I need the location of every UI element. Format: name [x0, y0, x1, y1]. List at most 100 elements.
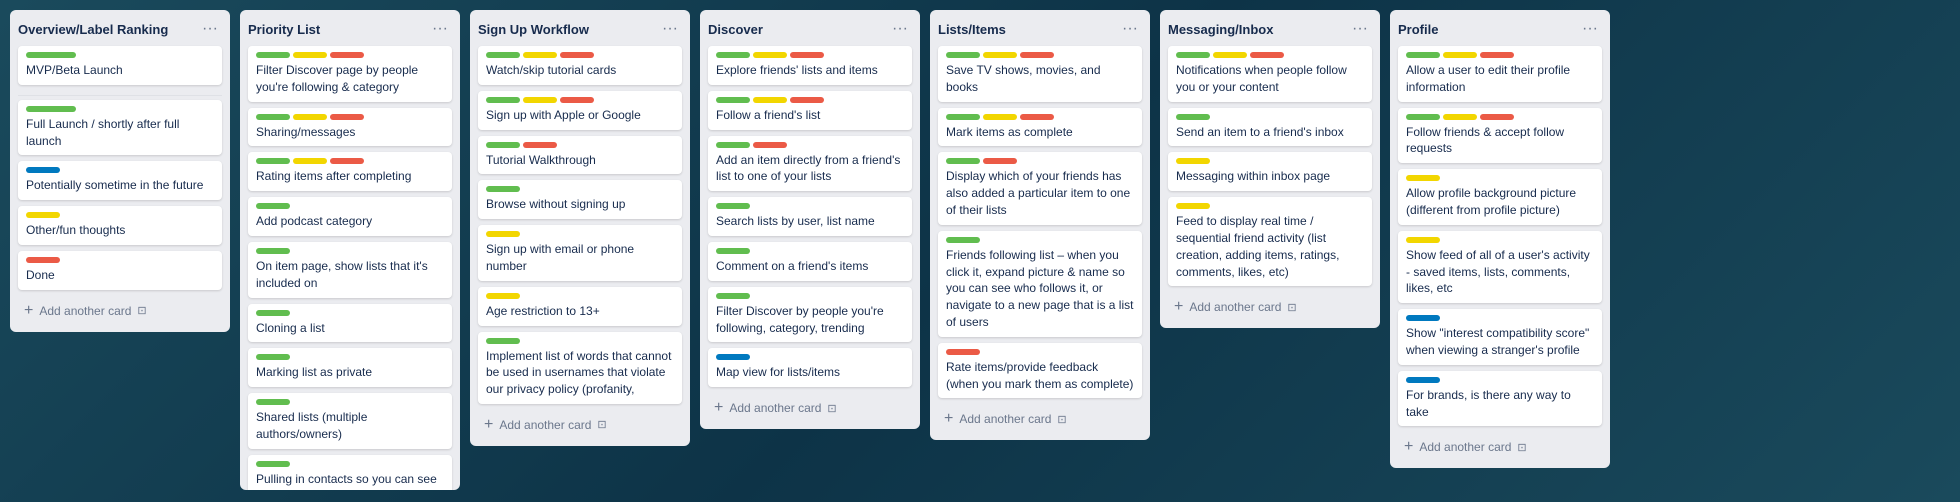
card-text: Save TV shows, movies, and books — [946, 62, 1134, 96]
label-yellow — [1176, 203, 1210, 209]
column-menu-discover[interactable]: ··· — [888, 20, 912, 38]
add-card-overview-label-ranking[interactable]: +Add another card⊡ — [18, 298, 222, 324]
archive-icon[interactable]: ⊡ — [827, 402, 836, 415]
card-text: Follow friends & accept follow requests — [1406, 124, 1594, 158]
column-menu-messaging-inbox[interactable]: ··· — [1348, 20, 1372, 38]
plus-icon: + — [1404, 438, 1413, 456]
card-labels — [256, 310, 444, 316]
card-labels — [256, 52, 444, 58]
card[interactable]: Follow friends & accept follow requests — [1398, 108, 1602, 164]
label-yellow — [26, 212, 60, 218]
add-card-messaging-inbox[interactable]: +Add another card⊡ — [1168, 294, 1372, 320]
card-text: Pulling in contacts so you can see — [256, 471, 444, 488]
card[interactable]: Add an item directly from a friend's lis… — [708, 136, 912, 192]
card-text: Age restriction to 13+ — [486, 303, 674, 320]
card[interactable]: Explore friends' lists and items — [708, 46, 912, 85]
add-card-lists-items[interactable]: +Add another card⊡ — [938, 406, 1142, 432]
card[interactable]: Watch/skip tutorial cards — [478, 46, 682, 85]
label-yellow — [1176, 158, 1210, 164]
column-title-sign-up-workflow: Sign Up Workflow — [478, 22, 658, 37]
card-labels — [1176, 52, 1364, 58]
card[interactable]: Show "interest compatibility score" when… — [1398, 309, 1602, 365]
card[interactable]: Browse without signing up — [478, 180, 682, 219]
column-menu-profile[interactable]: ··· — [1578, 20, 1602, 38]
archive-icon[interactable]: ⊡ — [137, 304, 146, 317]
card-text: Sign up with Apple or Google — [486, 107, 674, 124]
archive-icon[interactable]: ⊡ — [597, 418, 606, 431]
column-menu-priority-list[interactable]: ··· — [428, 20, 452, 38]
add-card-sign-up-workflow[interactable]: +Add another card⊡ — [478, 412, 682, 438]
label-yellow — [753, 52, 787, 58]
column-messaging-inbox: Messaging/Inbox···Notifications when peo… — [1160, 10, 1380, 328]
card[interactable]: On item page, show lists that it's inclu… — [248, 242, 452, 298]
card[interactable]: Cloning a list — [248, 304, 452, 343]
card-text: Browse without signing up — [486, 196, 674, 213]
card-labels — [26, 52, 214, 58]
column-menu-overview-label-ranking[interactable]: ··· — [198, 20, 222, 38]
card[interactable]: Mark items as complete — [938, 108, 1142, 147]
card[interactable]: Follow a friend's list — [708, 91, 912, 130]
column-menu-sign-up-workflow[interactable]: ··· — [658, 20, 682, 38]
card[interactable]: Comment on a friend's items — [708, 242, 912, 281]
card[interactable]: Pulling in contacts so you can see — [248, 455, 452, 490]
card[interactable]: Sign up with email or phone number — [478, 225, 682, 281]
card[interactable]: Sign up with Apple or Google — [478, 91, 682, 130]
card-labels — [716, 248, 904, 254]
card-labels — [486, 231, 674, 237]
card[interactable]: Filter Discover page by people you're fo… — [248, 46, 452, 102]
card-text: On item page, show lists that it's inclu… — [256, 258, 444, 292]
card[interactable]: Messaging within inbox page — [1168, 152, 1372, 191]
label-red — [983, 158, 1017, 164]
card[interactable]: Display which of your friends has also a… — [938, 152, 1142, 224]
archive-icon[interactable]: ⊡ — [1057, 413, 1066, 426]
card[interactable]: Marking list as private — [248, 348, 452, 387]
card[interactable]: Done — [18, 251, 222, 290]
archive-icon[interactable]: ⊡ — [1287, 301, 1296, 314]
card-labels — [946, 349, 1134, 355]
card[interactable]: Full Launch / shortly after full launch — [18, 100, 222, 156]
card[interactable]: Rating items after completing — [248, 152, 452, 191]
card[interactable]: Allow a user to edit their profile infor… — [1398, 46, 1602, 102]
card-labels — [256, 158, 444, 164]
card[interactable]: Rate items/provide feedback (when you ma… — [938, 343, 1142, 399]
column-menu-lists-items[interactable]: ··· — [1118, 20, 1142, 38]
card[interactable]: Search lists by user, list name — [708, 197, 912, 236]
label-green — [486, 142, 520, 148]
card[interactable]: Allow profile background picture (differ… — [1398, 169, 1602, 225]
plus-icon: + — [714, 399, 723, 417]
label-yellow — [1443, 52, 1477, 58]
card-labels — [486, 293, 674, 299]
label-yellow — [753, 97, 787, 103]
card-labels — [716, 97, 904, 103]
card[interactable]: Send an item to a friend's inbox — [1168, 108, 1372, 147]
card[interactable]: MVP/Beta Launch — [18, 46, 222, 85]
card[interactable]: Potentially sometime in the future — [18, 161, 222, 200]
label-green — [256, 354, 290, 360]
label-green — [1176, 114, 1210, 120]
card[interactable]: Notifications when people follow you or … — [1168, 46, 1372, 102]
card[interactable]: Feed to display real time / sequential f… — [1168, 197, 1372, 286]
add-card-profile[interactable]: +Add another card⊡ — [1398, 434, 1602, 460]
card[interactable]: Map view for lists/items — [708, 348, 912, 387]
card[interactable]: Other/fun thoughts — [18, 206, 222, 245]
card-labels — [1406, 377, 1594, 383]
add-card-discover[interactable]: +Add another card⊡ — [708, 395, 912, 421]
archive-icon[interactable]: ⊡ — [1517, 441, 1526, 454]
card-labels — [946, 237, 1134, 243]
card[interactable]: Implement list of words that cannot be u… — [478, 332, 682, 404]
card-text: Follow a friend's list — [716, 107, 904, 124]
label-red — [1480, 114, 1514, 120]
column-header-sign-up-workflow: Sign Up Workflow··· — [478, 18, 682, 40]
card[interactable]: Sharing/messages — [248, 108, 452, 147]
card[interactable]: Tutorial Walkthrough — [478, 136, 682, 175]
card[interactable]: Shared lists (multiple authors/owners) — [248, 393, 452, 449]
card[interactable]: For brands, is there any way to take — [1398, 371, 1602, 427]
card[interactable]: Age restriction to 13+ — [478, 287, 682, 326]
card-labels — [716, 142, 904, 148]
card[interactable]: Save TV shows, movies, and books — [938, 46, 1142, 102]
card[interactable]: Add podcast category — [248, 197, 452, 236]
card[interactable]: Show feed of all of a user's activity - … — [1398, 231, 1602, 303]
card-labels — [946, 52, 1134, 58]
card[interactable]: Friends following list – when you click … — [938, 231, 1142, 337]
card[interactable]: Filter Discover by people you're followi… — [708, 287, 912, 343]
